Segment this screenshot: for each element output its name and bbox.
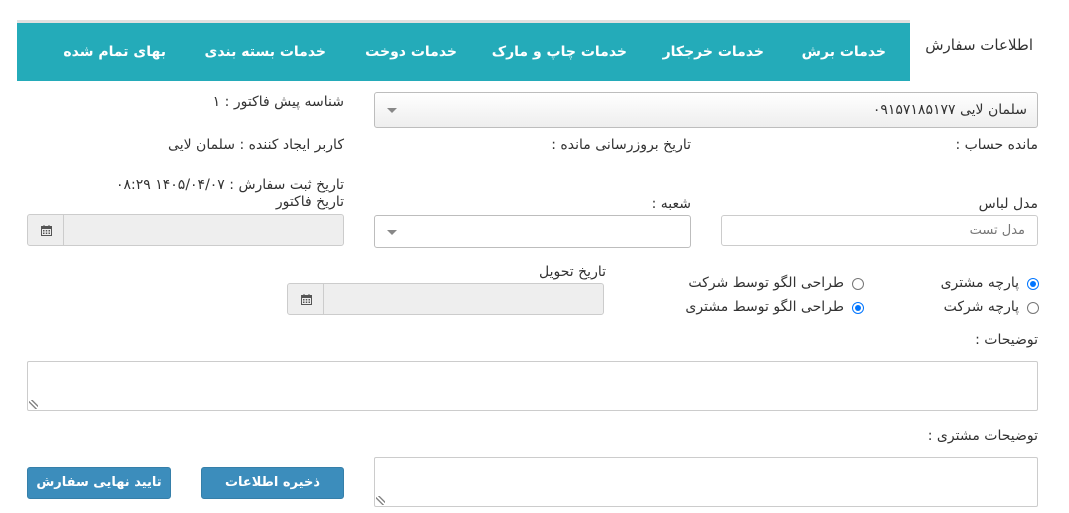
tab-order-info[interactable]: اطلاعات سفارش xyxy=(910,20,1048,84)
branch-select[interactable] xyxy=(374,215,691,248)
radio-company-fabric[interactable] xyxy=(1027,302,1039,314)
model-input[interactable]: مدل تست xyxy=(721,215,1038,246)
creator-user: کاربر ایجاد کننده : سلمان لایی xyxy=(168,137,344,153)
chevron-down-icon xyxy=(387,230,397,235)
calendar-icon xyxy=(41,225,52,236)
radio-pattern-company-label[interactable]: طراحی الگو توسط شرکت xyxy=(688,275,844,291)
invoice-date-input[interactable] xyxy=(63,214,344,246)
resize-grip-icon[interactable] xyxy=(29,400,38,409)
tab-sewing-services[interactable]: خدمات دوخت xyxy=(365,37,457,67)
radio-customer-fabric[interactable] xyxy=(1027,278,1039,290)
invoice-id: شناسه پیش فاکتور : ۱ xyxy=(212,94,344,110)
tab-cutting-services[interactable]: خدمات برش xyxy=(802,37,886,67)
description-textarea[interactable] xyxy=(27,361,1038,411)
radio-pattern-customer-label[interactable]: طراحی الگو توسط مشتری xyxy=(685,299,844,315)
delivery-date-picker[interactable] xyxy=(287,283,604,315)
save-button[interactable]: ذخیره اطلاعات xyxy=(201,467,344,499)
description-label: توضیحات : xyxy=(975,332,1038,348)
radio-customer-fabric-label[interactable]: پارچه مشتری xyxy=(941,275,1019,291)
delivery-date-label: تاریخ تحویل xyxy=(539,264,606,280)
radio-pattern-company[interactable] xyxy=(852,278,864,290)
tab-total-cost[interactable]: بهای تمام شده xyxy=(63,37,166,67)
invoice-date-picker[interactable] xyxy=(27,214,344,246)
tab-print-label-services[interactable]: خدمات چاپ و مارک xyxy=(492,37,627,67)
branch-label: شعبه : xyxy=(651,196,691,212)
tab-trim-services[interactable]: خدمات خرجکار xyxy=(663,37,764,67)
calendar-icon xyxy=(301,294,312,305)
calendar-button[interactable] xyxy=(27,214,64,246)
final-confirm-button[interactable]: تایید نهایی سفارش xyxy=(27,467,171,499)
radio-pattern-customer[interactable] xyxy=(852,302,864,314)
tab-packaging-services[interactable]: خدمات بسته بندی xyxy=(204,37,326,67)
balance-update-date: تاریخ بروزرسانی مانده : xyxy=(551,137,691,153)
delivery-date-input[interactable] xyxy=(323,283,604,315)
model-label: مدل لباس xyxy=(978,196,1038,212)
tab-bar: اطلاعات سفارش خدمات برش خدمات خرجکار خدم… xyxy=(17,20,1048,84)
radio-company-fabric-label[interactable]: پارچه شرکت xyxy=(944,299,1019,315)
customer-select[interactable]: سلمان لایی ۰۹۱۵۷۱۸۵۱۷۷ xyxy=(374,92,1038,128)
resize-grip-icon[interactable] xyxy=(376,496,385,505)
model-placeholder: مدل تست xyxy=(969,223,1025,238)
customer-select-value: سلمان لایی ۰۹۱۵۷۱۸۵۱۷۷ xyxy=(872,102,1027,118)
customer-description-textarea[interactable] xyxy=(374,457,1038,507)
account-balance-label: مانده حساب : xyxy=(955,137,1038,153)
order-register-date: تاریخ ثبت سفارش : ۱۴۰۵/۰۴/۰۷ ۰۸:۲۹ xyxy=(115,177,344,193)
chevron-down-icon xyxy=(387,108,397,113)
customer-description-label: توضیحات مشتری : xyxy=(927,428,1038,444)
invoice-date-label: تاریخ فاکتور xyxy=(275,194,344,210)
calendar-button[interactable] xyxy=(287,283,324,315)
